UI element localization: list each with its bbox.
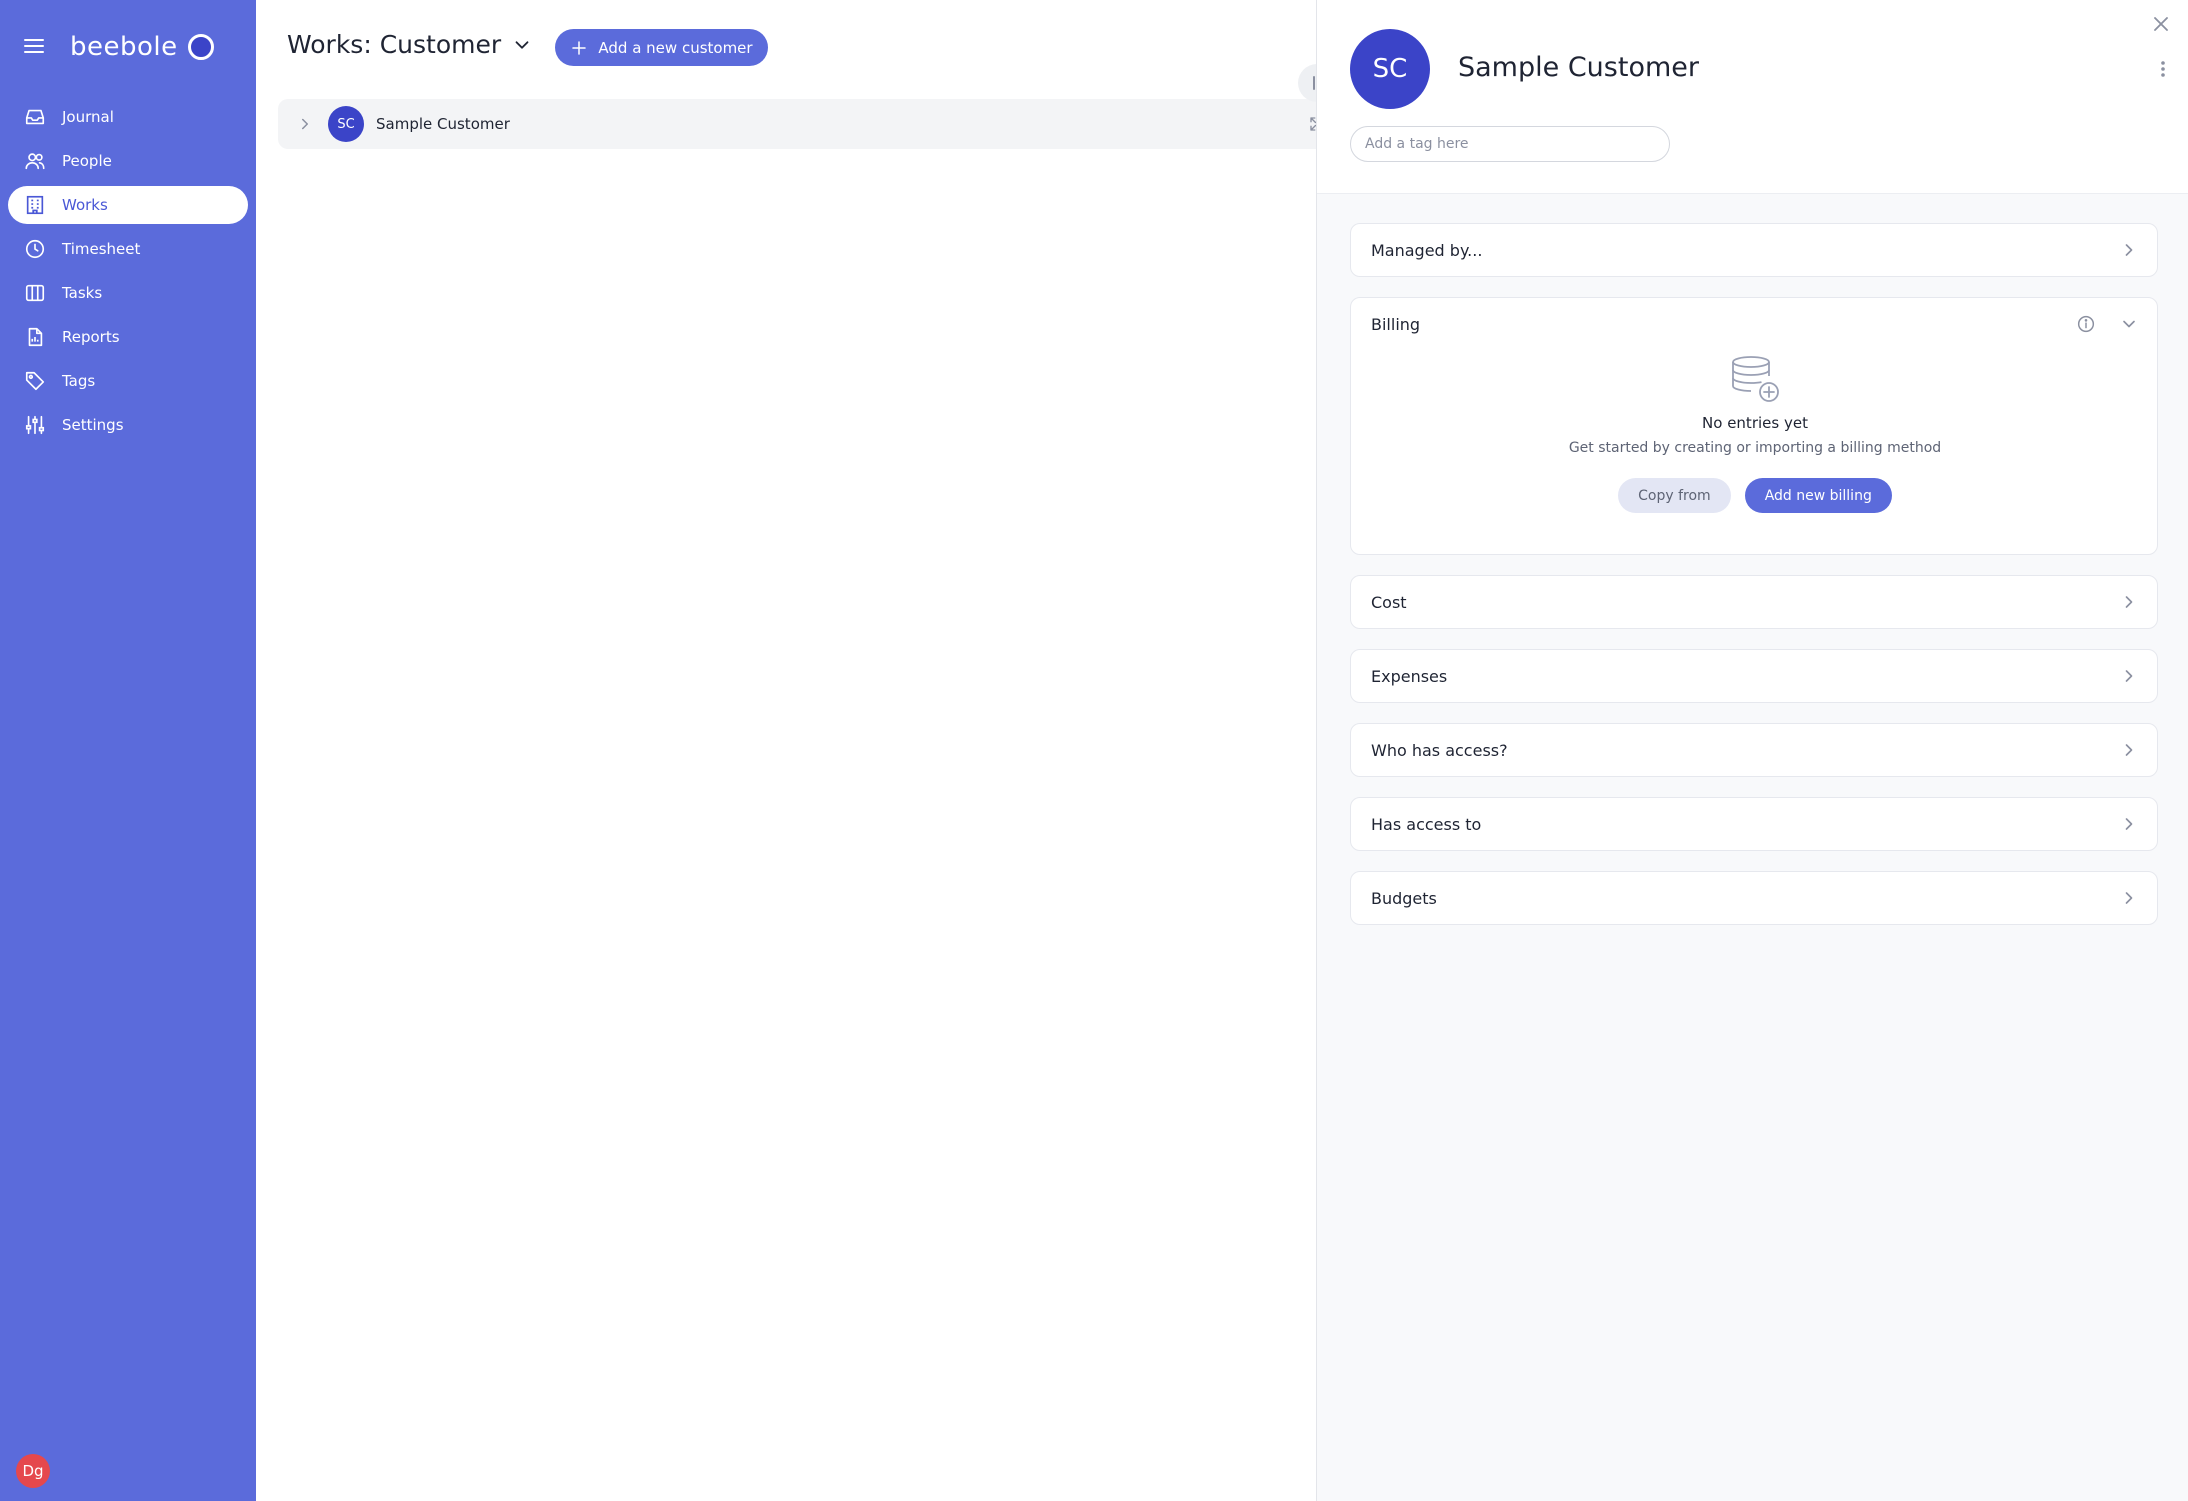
empty-state-title: No entries yet: [1702, 414, 1808, 432]
chevron-down-icon[interactable]: [2119, 314, 2139, 334]
table-row[interactable]: SC Sample Customer: [278, 99, 1316, 149]
sidebar-item-label: Journal: [62, 108, 114, 126]
tag-input[interactable]: [1350, 126, 1670, 162]
section-title: Expenses: [1371, 666, 1448, 686]
chevron-right-icon: [2125, 244, 2133, 256]
sidebar-item-label: People: [62, 152, 112, 170]
works-type-dropdown[interactable]: Works: Customer: [287, 30, 533, 59]
sidebar-item-label: Reports: [62, 328, 120, 346]
copy-from-button[interactable]: Copy from: [1618, 478, 1731, 513]
inbox-icon: [25, 109, 45, 125]
tag-icon: [25, 371, 45, 391]
building-icon: [26, 195, 44, 215]
info-icon[interactable]: [2075, 313, 2097, 335]
sidebar-item-settings[interactable]: Settings: [8, 406, 248, 444]
has-access-to-section[interactable]: Has access to: [1350, 797, 2158, 851]
plus-icon: [572, 40, 587, 55]
sidebar-header: beebole: [22, 32, 242, 64]
section-header[interactable]: Managed by...: [1351, 224, 2157, 276]
add-new-billing-button[interactable]: Add new billing: [1744, 478, 1892, 513]
sidebar-item-people[interactable]: People: [8, 142, 248, 180]
customer-name: Sample Customer: [376, 115, 510, 133]
sidebar-item-label: Settings: [62, 416, 124, 434]
sidebar-item-journal[interactable]: Journal: [8, 98, 248, 136]
empty-state-actions: Copy from Add new billing: [1351, 478, 2159, 513]
user-avatar[interactable]: Dg: [16, 1454, 50, 1488]
sidebar-item-tasks[interactable]: Tasks: [8, 274, 248, 312]
more-vertical-icon[interactable]: [2153, 56, 2173, 82]
section-title: Who has access?: [1371, 740, 1508, 760]
empty-state-subtitle: Get started by creating or importing a b…: [1568, 440, 1942, 456]
sidebar-item-label: Works: [62, 196, 108, 214]
sidebar: beebole Journal People Works Timesheet T…: [0, 0, 256, 1501]
chevron-right-icon: [2125, 818, 2133, 830]
panel-header: SC Sample Customer: [1317, 0, 2188, 194]
section-title: Billing: [1371, 314, 1421, 334]
close-icon[interactable]: [2149, 12, 2173, 36]
section-header[interactable]: Cost: [1351, 576, 2157, 628]
report-icon: [28, 327, 43, 347]
budgets-section[interactable]: Budgets: [1350, 871, 2158, 925]
sidebar-item-reports[interactable]: Reports: [8, 318, 248, 356]
chevron-right-icon: [2125, 670, 2133, 682]
sliders-icon: [25, 415, 45, 435]
people-icon: [25, 153, 45, 170]
add-customer-label: Add a new customer: [598, 38, 753, 57]
brand-logo[interactable]: beebole: [70, 32, 178, 62]
sidebar-item-label: Tasks: [62, 284, 103, 302]
panel-title[interactable]: Sample Customer: [1458, 52, 1699, 83]
section-title: Cost: [1371, 592, 1407, 612]
add-customer-button[interactable]: Add a new customer: [555, 29, 768, 66]
chevron-right-icon: [2125, 744, 2133, 756]
customer-avatar[interactable]: SC: [1350, 29, 1430, 109]
section-title: Has access to: [1371, 814, 1482, 834]
chevron-right-icon: [2125, 596, 2133, 608]
customer-detail-panel: SC Sample Customer Managed by... Billing: [1316, 0, 2188, 1501]
section-header[interactable]: Budgets: [1351, 872, 2157, 924]
hamburger-menu-icon[interactable]: [22, 34, 46, 58]
chevron-right-icon: [2125, 892, 2133, 904]
section-header[interactable]: Billing: [1351, 298, 2157, 350]
billing-empty-state: No entries yet Get started by creating o…: [1351, 354, 2159, 513]
sidebar-item-label: Tags: [62, 372, 96, 390]
sidebar-item-works[interactable]: Works: [8, 186, 248, 224]
sidebar-nav: Journal People Works Timesheet Tasks Rep…: [8, 98, 248, 450]
managed-by-section[interactable]: Managed by...: [1350, 223, 2158, 277]
avatar: SC: [328, 106, 364, 142]
clock-icon: [25, 239, 45, 259]
sidebar-item-timesheet[interactable]: Timesheet: [8, 230, 248, 268]
section-header[interactable]: Expenses: [1351, 650, 2157, 702]
sidebar-item-tags[interactable]: Tags: [8, 362, 248, 400]
columns-icon: [25, 284, 45, 302]
section-header[interactable]: Has access to: [1351, 798, 2157, 850]
expenses-section[interactable]: Expenses: [1350, 649, 2158, 703]
section-header[interactable]: Who has access?: [1351, 724, 2157, 776]
sidebar-item-label: Timesheet: [62, 240, 141, 258]
database-add-icon: [1732, 356, 1779, 402]
cost-section[interactable]: Cost: [1350, 575, 2158, 629]
page-title: Works: Customer: [287, 30, 502, 59]
who-has-access-section[interactable]: Who has access?: [1350, 723, 2158, 777]
chevron-down-icon: [515, 40, 529, 49]
main-content: Works: Customer Add a new customer SC Sa…: [256, 0, 1316, 1501]
billing-section: Billing No entries yet Get started by cr…: [1350, 297, 2158, 555]
section-title: Budgets: [1371, 888, 1437, 908]
chevron-right-icon[interactable]: [296, 115, 314, 133]
section-title: Managed by...: [1371, 240, 1483, 260]
status-indicator-icon[interactable]: [188, 34, 214, 60]
